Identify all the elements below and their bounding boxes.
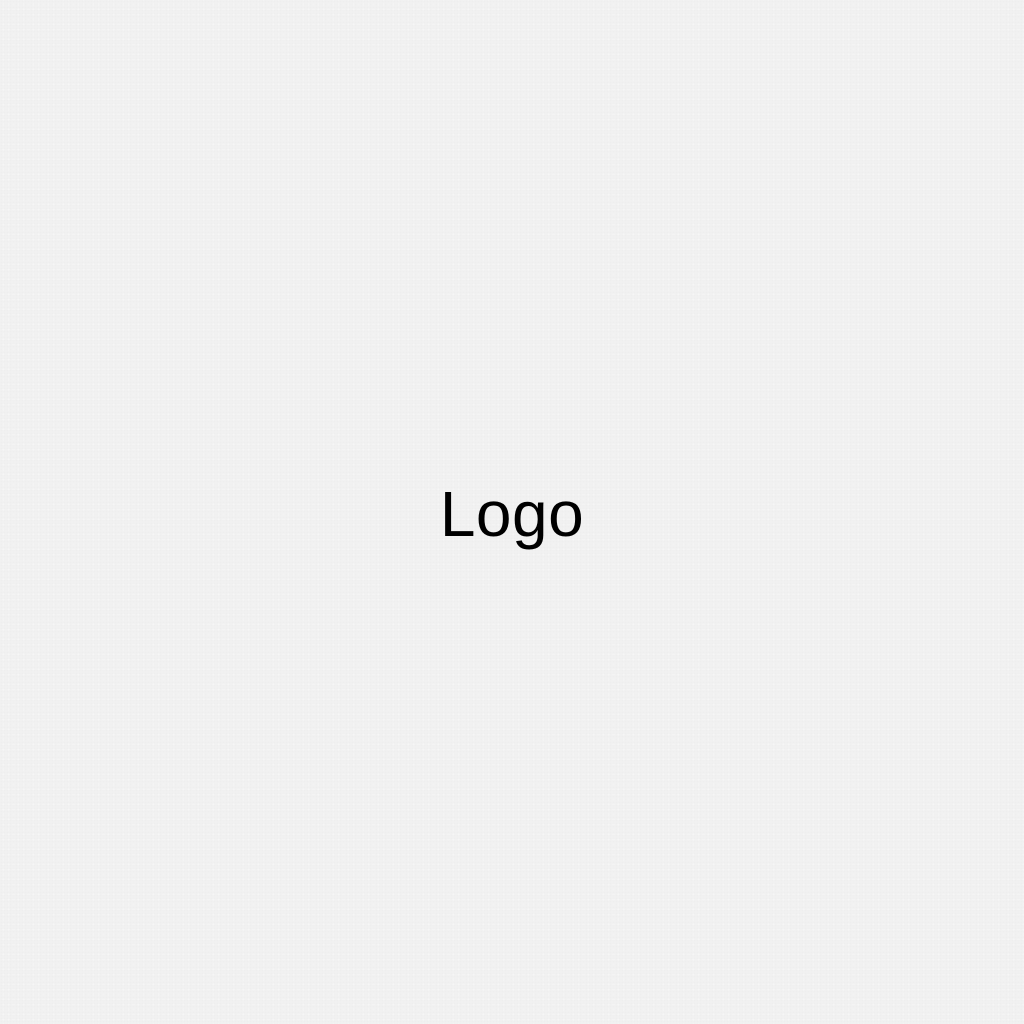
- canvas: Logo: [0, 0, 1024, 1024]
- logo-placeholder-text: Logo: [439, 478, 585, 550]
